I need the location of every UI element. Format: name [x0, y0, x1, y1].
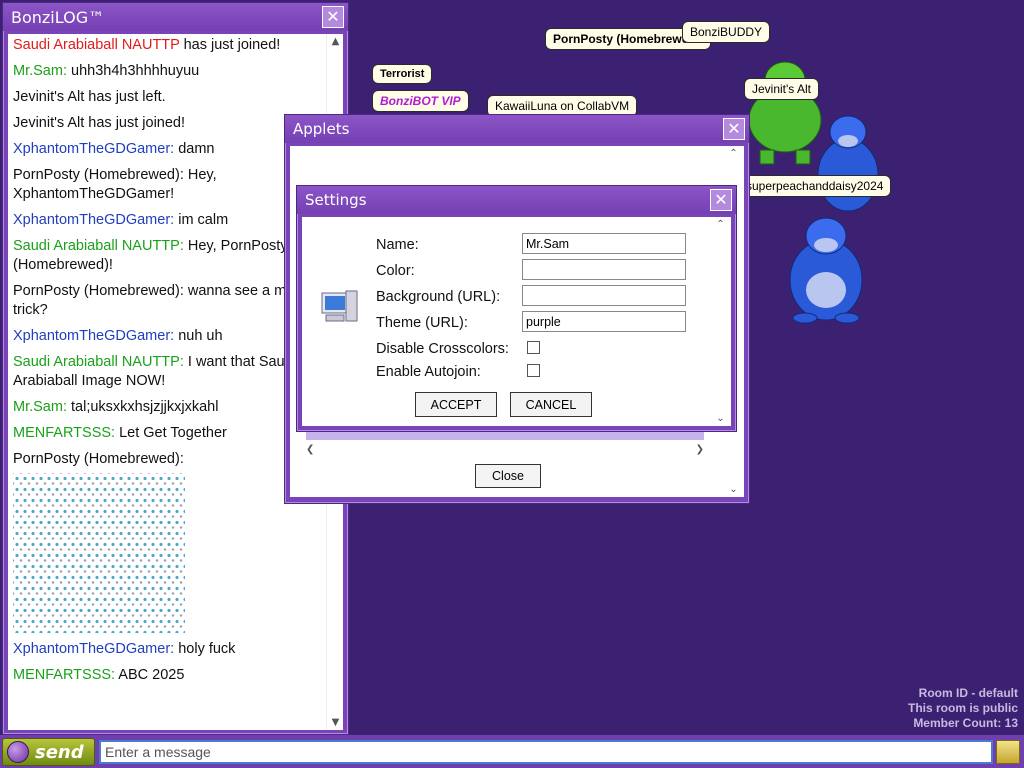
chat-message: PornPosty (Homebrewed):: [13, 450, 325, 633]
chat-message: XphantomTheGDGamer: holy fuck: [13, 640, 325, 659]
message-text: damn: [174, 141, 215, 157]
chat-message: XphantomTheGDGamer: nuh uh: [13, 327, 325, 346]
name-bubble[interactable]: Jevinit's Alt: [744, 78, 819, 100]
scroll-up-icon[interactable]: ⌃: [712, 219, 729, 230]
bonzilog-titlebar[interactable]: BonziLOG™ ✕: [3, 3, 348, 31]
send-button[interactable]: send: [2, 738, 95, 766]
theme-label: Theme (URL):: [376, 315, 468, 331]
applets-tray-icon[interactable]: [996, 740, 1020, 764]
posted-image[interactable]: [13, 473, 185, 633]
autojoin-checkbox[interactable]: [527, 364, 540, 377]
chat-message: MENFARTSSS: ABC 2025: [13, 666, 325, 685]
chat-message: PornPosty (Homebrewed): wanna see a magi…: [13, 282, 325, 320]
name-field[interactable]: [522, 233, 686, 254]
blue-gorilla-icon: [789, 217, 863, 324]
chat-bar: send: [0, 735, 1024, 768]
message-sender[interactable]: XphantomTheGDGamer:: [13, 328, 174, 344]
room-public: This room is public: [907, 701, 1018, 715]
background-label: Background (URL):: [376, 289, 501, 305]
autojoin-label: Enable Autojoin:: [376, 364, 481, 380]
message-text: Let Get Together: [115, 425, 227, 441]
scroll-up-icon[interactable]: ▲: [327, 36, 343, 47]
message-sender[interactable]: XphantomTheGDGamer:: [13, 141, 174, 157]
color-label: Color:: [376, 263, 415, 279]
message-text: has just joined!: [179, 37, 281, 53]
chat-message: PornPosty (Homebrewed): Hey, XphantomThe…: [13, 166, 325, 204]
scroll-left-icon[interactable]: ❮: [306, 444, 314, 455]
message-text: nuh uh: [174, 328, 223, 344]
message-sender[interactable]: PornPosty (Homebrewed):: [13, 283, 184, 299]
message-input[interactable]: [99, 740, 993, 764]
message-text: Jevinit's Alt has just joined!: [13, 115, 186, 131]
message-sender[interactable]: PornPosty (Homebrewed):: [13, 451, 184, 467]
name-bubble[interactable]: BonziBUDDY: [682, 21, 771, 43]
close-icon[interactable]: ✕: [710, 189, 732, 211]
message-sender[interactable]: Saudi Arabiaball NAUTTP: [13, 37, 180, 53]
name-bubble[interactable]: BonziBOT VIP: [372, 90, 469, 112]
computer-icon: [321, 290, 358, 322]
bonzi-face-icon: [7, 741, 29, 763]
applets-title: Applets: [293, 120, 350, 138]
applets-titlebar[interactable]: Applets ✕: [285, 115, 749, 143]
chat-message: Mr.Sam: tal;uksxkxhsjzjjkxjxkahl: [13, 398, 325, 417]
chat-message: Jevinit's Alt has just left.: [13, 88, 325, 107]
chat-message: Saudi Arabiaball NAUTTP has just joined!: [13, 36, 325, 55]
applets-panel-bar: [306, 432, 704, 440]
scroll-down-icon[interactable]: ⌄: [725, 484, 742, 495]
settings-title: Settings: [305, 191, 367, 209]
message-sender[interactable]: MENFARTSSS:: [13, 425, 115, 441]
name-bubble[interactable]: superpeachanddaisy2024: [742, 175, 892, 197]
applets-close-button[interactable]: Close: [475, 464, 541, 488]
message-text: im calm: [174, 212, 229, 228]
scroll-down-icon[interactable]: ⌄: [712, 413, 729, 424]
message-sender[interactable]: PornPosty (Homebrewed):: [13, 167, 184, 183]
chat-message: Saudi Arabiaball NAUTTP: I want that Sau…: [13, 353, 325, 391]
name-label: Name:: [376, 237, 419, 253]
settings-window: Settings ✕ Name: Color: Background (URL)…: [296, 185, 737, 432]
send-label: send: [35, 741, 84, 763]
room-id: Room ID - default: [918, 686, 1018, 700]
message-text: ABC 2025: [115, 667, 185, 683]
chat-message: Jevinit's Alt has just joined!: [13, 114, 325, 133]
theme-url-field[interactable]: [522, 311, 686, 332]
bonzilog-title: BonziLOG™: [11, 7, 105, 27]
scroll-up-icon[interactable]: ⌃: [725, 148, 742, 159]
message-text: uhh3h4h3hhhhuyuu: [66, 63, 200, 79]
chat-message: XphantomTheGDGamer: im calm: [13, 211, 325, 230]
message-list: Saudi Arabiaball NAUTTP has just joined!…: [8, 34, 325, 730]
message-text: tal;uksxkxhsjzjjkxjxkahl: [66, 399, 219, 415]
message-sender[interactable]: Saudi Arabiaball NAUTTP:: [13, 354, 184, 370]
color-field[interactable]: [522, 259, 686, 280]
message-sender[interactable]: Mr.Sam:: [13, 63, 67, 79]
close-icon[interactable]: ✕: [723, 118, 745, 140]
chat-message: MENFARTSSS: Let Get Together: [13, 424, 325, 443]
crosscolors-label: Disable Crosscolors:: [376, 341, 509, 357]
message-text: Jevinit's Alt has just left.: [13, 89, 166, 105]
chat-message: XphantomTheGDGamer: damn: [13, 140, 325, 159]
message-sender[interactable]: MENFARTSSS:: [13, 667, 115, 683]
message-sender[interactable]: XphantomTheGDGamer:: [13, 641, 174, 657]
name-bubble[interactable]: Terrorist: [372, 64, 433, 84]
message-sender[interactable]: XphantomTheGDGamer:: [13, 212, 174, 228]
message-sender[interactable]: Saudi Arabiaball NAUTTP:: [13, 238, 184, 254]
accept-button[interactable]: ACCEPT: [415, 392, 497, 417]
settings-titlebar[interactable]: Settings ✕: [297, 186, 736, 214]
cancel-button[interactable]: CANCEL: [510, 392, 592, 417]
chat-message: Mr.Sam: uhh3h4h3hhhhuyuu: [13, 62, 325, 81]
message-sender[interactable]: Mr.Sam:: [13, 399, 67, 415]
member-count: Member Count: 13: [913, 716, 1018, 730]
room-info: Room ID - default This room is public Me…: [908, 686, 1018, 731]
crosscolors-checkbox[interactable]: [527, 341, 540, 354]
applets-hscrollbar[interactable]: ❮ ❯: [306, 444, 704, 458]
background-url-field[interactable]: [522, 285, 686, 306]
message-text: holy fuck: [174, 641, 236, 657]
chat-message: Saudi Arabiaball NAUTTP: Hey, PornPosty …: [13, 237, 325, 275]
scroll-down-icon[interactable]: ▼: [327, 717, 343, 728]
scroll-right-icon[interactable]: ❯: [696, 444, 704, 455]
close-icon[interactable]: ✕: [322, 6, 344, 28]
settings-form: Name: Color: Background (URL): Theme (UR…: [302, 217, 731, 426]
